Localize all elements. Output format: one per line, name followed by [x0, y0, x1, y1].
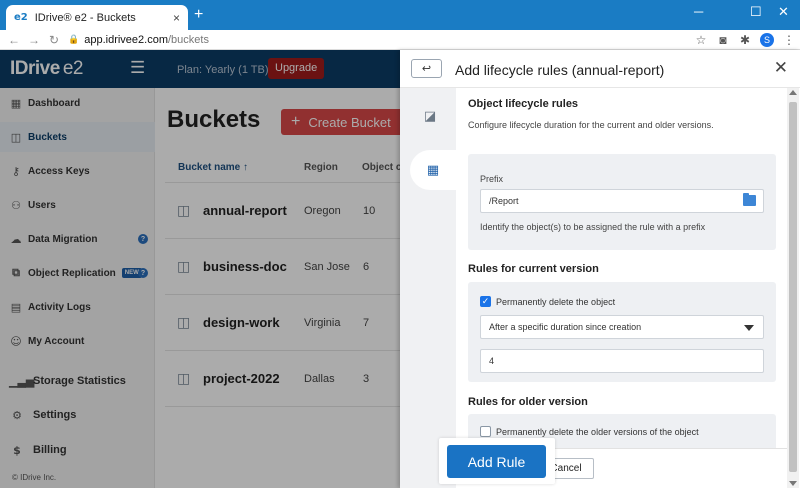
prefix-label: Prefix: [480, 174, 504, 184]
delete-older-checkbox[interactable]: [480, 426, 491, 437]
section-title-current-version: Rules for current version: [468, 263, 599, 275]
favicon-icon: e2: [14, 12, 28, 23]
panel-scrollbar[interactable]: [787, 88, 799, 488]
modal-backdrop-header[interactable]: [0, 50, 400, 88]
close-icon[interactable]: ✕: [774, 58, 788, 78]
folder-icon[interactable]: [743, 193, 756, 206]
panel-rail: ◪ ▦: [400, 88, 456, 488]
lifecycle-rules-panel: ↩ Add lifecycle rules (annual-report) ✕ …: [400, 50, 800, 488]
url-field[interactable]: app.idrivee2.com/buckets: [84, 34, 690, 46]
minimize-icon[interactable]: ─: [694, 4, 703, 19]
chevron-down-icon: [744, 325, 754, 331]
camera-icon[interactable]: ◙: [712, 33, 734, 47]
prefix-input[interactable]: /Report: [480, 189, 764, 213]
section-title-object-lifecycle: Object lifecycle rules: [468, 98, 579, 110]
scroll-down-arrow-icon[interactable]: [789, 481, 797, 486]
tab-close-icon[interactable]: ×: [173, 11, 180, 25]
browser-tab[interactable]: e2 IDrive® e2 - Buckets ×: [6, 5, 188, 30]
add-rule-highlight: Add Rule: [439, 438, 555, 484]
add-rule-button[interactable]: Add Rule: [447, 445, 546, 478]
delete-older-checkbox-row[interactable]: Permanently delete the older versions of…: [480, 426, 699, 437]
duration-days-input[interactable]: 4: [480, 349, 764, 373]
back-arrow-icon[interactable]: ←: [4, 33, 24, 47]
current-version-card: ✓ Permanently delete the object After a …: [468, 282, 776, 382]
lock-icon: 🔒: [68, 34, 80, 44]
forward-arrow-icon[interactable]: →: [24, 33, 44, 47]
section-description: Configure lifecycle duration for the cur…: [468, 120, 714, 130]
section-title-older-version: Rules for older version: [468, 396, 588, 408]
browser-titlebar: e2 IDrive® e2 - Buckets × + ─ ☐ ✕: [0, 0, 800, 30]
bookmark-star-icon[interactable]: ☆: [690, 33, 712, 47]
delete-object-checkbox[interactable]: ✓: [480, 296, 491, 307]
delete-object-checkbox-row[interactable]: ✓ Permanently delete the object: [480, 296, 615, 307]
address-bar: ← → ↻ 🔒 app.idrivee2.com/buckets ☆ ◙ ✱ S…: [0, 30, 800, 50]
panel-body: Object lifecycle rules Configure lifecyc…: [456, 88, 787, 488]
panel-header: ↩ Add lifecycle rules (annual-report) ✕: [400, 50, 800, 88]
extensions-icon[interactable]: ✱: [734, 33, 756, 47]
maximize-icon[interactable]: ☐: [750, 4, 762, 20]
rail-calendar-icon[interactable]: ▦: [410, 150, 456, 190]
reload-icon[interactable]: ↻: [44, 33, 64, 47]
prefix-hint: Identify the object(s) to be assigned th…: [480, 222, 706, 232]
new-tab-icon[interactable]: +: [194, 6, 203, 24]
duration-select[interactable]: After a specific duration since creation: [480, 315, 764, 339]
panel-title: Add lifecycle rules (annual-report): [455, 62, 665, 78]
prefix-card: Prefix /Report Identify the object(s) to…: [468, 154, 776, 250]
window-close-icon[interactable]: ✕: [778, 4, 789, 20]
rail-bucket-icon[interactable]: ◪: [410, 96, 450, 136]
panel-back-button[interactable]: ↩: [411, 59, 442, 78]
scroll-thumb[interactable]: [789, 102, 797, 472]
profile-avatar[interactable]: S: [760, 32, 774, 47]
browser-menu-icon[interactable]: ⋮: [778, 33, 800, 47]
modal-backdrop[interactable]: [0, 88, 400, 488]
scroll-up-arrow-icon[interactable]: [789, 90, 797, 95]
tab-title: IDrive® e2 - Buckets: [34, 11, 136, 24]
